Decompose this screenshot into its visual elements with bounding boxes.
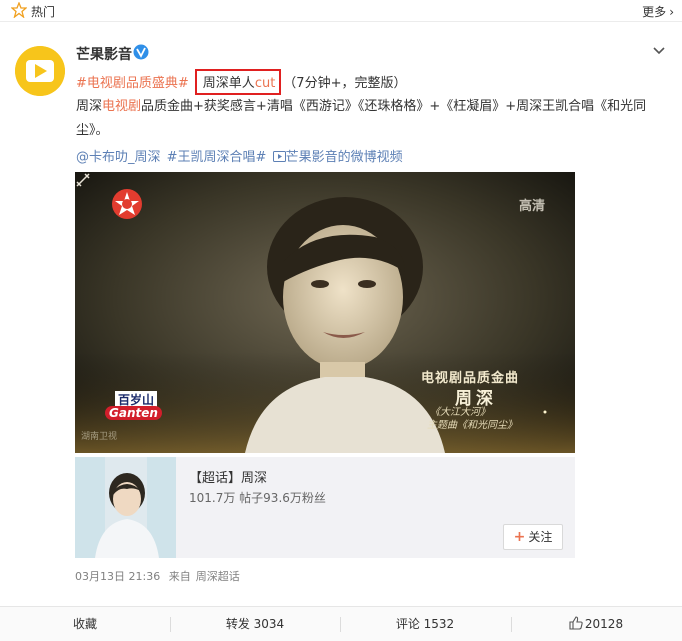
topic-stats: 101.7万 帖子93.6万粉丝	[189, 491, 326, 505]
top-bar: 热门 更多 ›	[0, 0, 682, 22]
channel-watermark: 湖南卫视	[81, 432, 118, 442]
like-count: 20128	[584, 617, 624, 631]
topic-thumbnail	[75, 457, 176, 558]
post-source[interactable]: 周深超话	[196, 570, 240, 583]
boxed-text: 周深单人	[202, 76, 255, 91]
favorite-label: 收藏	[72, 617, 97, 631]
thumbs-up-icon	[569, 616, 583, 630]
post-meta: 03月13日 21:36 来自 周深超话	[75, 568, 245, 584]
username[interactable]: 芒果影音	[76, 44, 132, 64]
follow-label: 关注	[528, 530, 553, 544]
body-part-1: 周深	[76, 99, 103, 114]
boxed-cut: cut	[254, 76, 276, 91]
repost-label: 转发 3034	[225, 617, 285, 631]
hot-label: 热门	[31, 5, 56, 19]
comment-button[interactable]: 评论 1532	[340, 607, 510, 641]
mention-link[interactable]: @卡布叻_周深	[76, 150, 161, 165]
highlight-box: 周深单人cut	[194, 69, 282, 95]
play-logo-icon	[15, 46, 65, 96]
follow-button[interactable]: + 关注	[503, 524, 563, 550]
action-bar: 收藏 转发 3034 评论 1532 20128	[0, 606, 682, 641]
duration-text: （7分钟+，完整版）	[283, 76, 407, 91]
hashtag-link[interactable]: #王凯周深合唱#	[167, 150, 267, 165]
video-caption-song: 主题曲《和光同尘》	[427, 420, 517, 431]
more-link[interactable]: 更多 ›	[642, 3, 674, 20]
video-icon	[272, 151, 286, 162]
video-link-text: 芒果影音的微博视频	[285, 150, 403, 165]
sponsor-logo: Ganten	[105, 406, 162, 420]
more-label: 更多	[642, 5, 667, 19]
chevron-down-icon[interactable]	[652, 44, 666, 58]
post-date[interactable]: 03月13日 21:36	[75, 570, 160, 583]
plus-icon: +	[513, 529, 526, 545]
like-button[interactable]: 20128	[511, 607, 681, 641]
avatar[interactable]	[15, 46, 65, 96]
topic-title[interactable]: 【超话】周深	[189, 467, 267, 486]
star-icon	[11, 2, 27, 18]
hd-label: 高清	[518, 199, 545, 214]
chevron-right-icon: ›	[669, 5, 674, 19]
verified-badge-icon	[133, 44, 149, 60]
comment-label: 评论 1532	[395, 617, 455, 631]
super-topic-card[interactable]: 【超话】周深 101.7万 帖子93.6万粉丝 + 关注	[75, 457, 575, 558]
video-link[interactable]: 芒果影音的微博视频	[272, 150, 405, 165]
body-highlight: 电视剧	[102, 99, 142, 114]
source-prefix: 来自	[168, 570, 191, 583]
topic-tag[interactable]: #电视剧品质盛典#	[76, 76, 189, 91]
body-part-2: 品质金曲+获奖感言+清唱《西游记》《还珠格格》+《枉凝眉》+周深王凯合唱《和光同…	[76, 99, 647, 138]
fullscreen-icon[interactable]	[75, 172, 91, 188]
post-links: @卡布叻_周深 #王凯周深合唱# 芒果影音的微博视频	[76, 146, 407, 165]
repost-button[interactable]: 转发 3034	[170, 607, 340, 641]
post-line-1: #电视剧品质盛典# 周深单人cut （7分钟+，完整版）	[76, 69, 406, 95]
post-body: 周深电视剧品质金曲+获奖感言+清唱《西游记》《还珠格格》+《枉凝眉》+周深王凯合…	[76, 95, 671, 143]
favorite-button[interactable]: 收藏	[0, 607, 170, 641]
video-player[interactable]: 高清 电视剧品质金曲 周深 《大江大河》 主题曲《和光同尘》 百岁山 Gante…	[75, 172, 575, 453]
